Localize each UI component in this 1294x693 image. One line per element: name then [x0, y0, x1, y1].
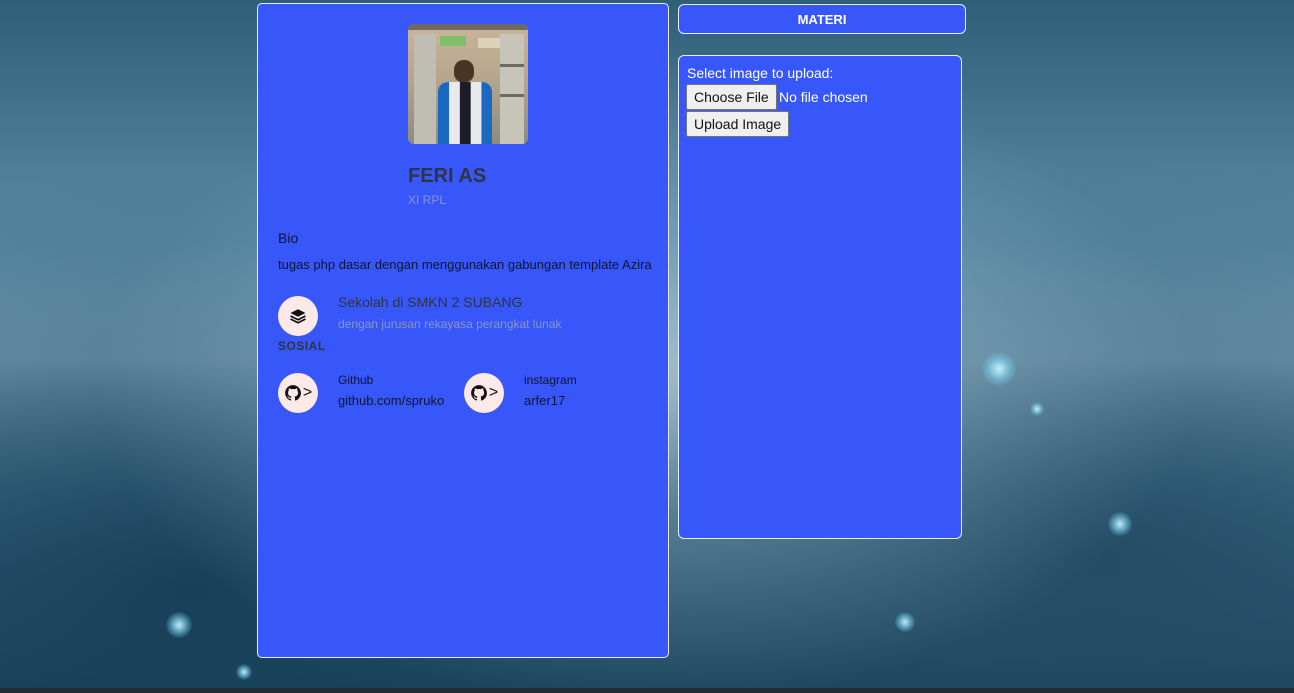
profile-card: FERI AS XI RPL Bio tugas php dasar denga…: [257, 3, 669, 658]
choose-file-button[interactable]: Choose File: [686, 84, 777, 110]
profile-photo: [408, 24, 528, 144]
materi-button[interactable]: MATERI: [678, 4, 966, 34]
school-subtitle: dengan jurusan rekayasa perangkat lunak: [338, 317, 562, 331]
background-light: [895, 612, 915, 632]
social-label-github: Github: [338, 373, 374, 387]
background-light: [166, 612, 192, 638]
school-icon-circle: [278, 296, 318, 336]
github-icon: [284, 385, 301, 401]
file-status-text: No file chosen: [779, 89, 868, 105]
background-light: [236, 664, 252, 680]
profile-name: FERI AS: [408, 165, 487, 187]
github-link-icon-button[interactable]: >: [278, 373, 318, 413]
bio-label: Bio: [278, 230, 299, 246]
social-value-instagram[interactable]: arfer17: [524, 393, 565, 408]
background-light: [1030, 402, 1044, 416]
school-title: Sekolah di SMKN 2 SUBANG: [338, 294, 523, 310]
layers-icon: [290, 309, 306, 324]
social-label-instagram: instagram: [524, 373, 577, 387]
upload-label: Select image to upload:: [687, 65, 834, 81]
social-value-github[interactable]: github.com/spruko: [338, 393, 444, 408]
instagram-link-icon-button[interactable]: >: [464, 373, 504, 413]
github-icon: [470, 385, 487, 401]
social-section-title: SOSIAL: [278, 339, 326, 353]
chevron-right-icon: >: [302, 384, 313, 401]
profile-subtitle: XI RPL: [408, 193, 447, 207]
background-light: [1108, 512, 1132, 536]
background-light: [982, 352, 1016, 386]
upload-panel: Select image to upload: Choose File No f…: [678, 55, 962, 539]
bottom-edge-bar: [0, 688, 1294, 693]
upload-image-button[interactable]: Upload Image: [686, 111, 790, 137]
chevron-right-icon: >: [488, 384, 499, 401]
bio-text: tugas php dasar dengan menggunakan gabun…: [278, 257, 652, 272]
